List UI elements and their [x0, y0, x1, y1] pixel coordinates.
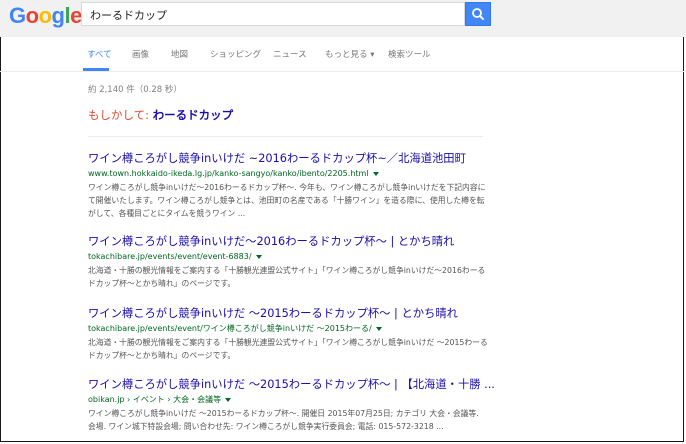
tab-shopping[interactable]: ショッピング — [210, 48, 261, 60]
search-tabs: すべて 画像 地図 ショッピング ニュース もっと見る ▾ 検索ツール — [0, 37, 686, 72]
search-input[interactable] — [88, 4, 462, 26]
result-url: tokachibare.jp/events/event/event-6883/ — [88, 252, 548, 262]
tab-all[interactable]: すべて — [87, 48, 112, 60]
result-snippet: 北海道・十勝の観光情報をご案内する「十勝観光連盟公式サイト」「ワイン樽ころがし競… — [88, 266, 486, 288]
url-options-caret-icon[interactable] — [255, 254, 262, 259]
tab-search-tools[interactable]: 検索ツール — [388, 48, 431, 60]
result-url-text: obikan.jp › イベント › 大会・会議等 — [88, 395, 222, 404]
result-title-link[interactable]: ワイン樽ころがし競争inいけだ ~2016わーるドカップ杯~／北海道池田町 — [88, 152, 548, 166]
tab-images[interactable]: 画像 — [132, 48, 149, 60]
result-snippet: 北海道・十勝の観光情報をご案内する「十勝観光連盟公式サイト」「ワイン樽ころがし競… — [88, 338, 488, 360]
result-title-link[interactable]: ワイン樽ころがし競争inいけだ ～2015わーるドカップ杯～ | 【北海道・十勝… — [88, 378, 548, 392]
search-button[interactable] — [465, 2, 491, 26]
result-url-text: www.town.hokkaido-ikeda.lg.jp/kanko-sang… — [88, 169, 369, 178]
result-title-link[interactable]: ワイン樽ころがし競争inいけだ～2016わーるドカップ杯～ | とかち晴れ — [88, 235, 548, 249]
did-you-mean-link[interactable]: わーるドカップ — [153, 108, 234, 122]
url-options-caret-icon[interactable] — [225, 397, 232, 402]
search-result: ワイン樽ころがし競争inいけだ ～2015わーるドカップ杯～ | とかち晴れ t… — [88, 307, 548, 362]
search-result: ワイン樽ころがし競争inいけだ ~2016わーるドカップ杯~／北海道池田町 ww… — [88, 152, 548, 220]
tab-maps[interactable]: 地図 — [171, 48, 188, 60]
result-snippet: ワイン樽ころがし競争inいけだ ～2015わーるドカップ杯～. 開催日 2015… — [88, 409, 479, 431]
url-options-caret-icon[interactable] — [372, 171, 379, 176]
google-logo[interactable]: Google — [9, 3, 82, 29]
tab-news[interactable]: ニュース — [273, 48, 307, 60]
did-you-mean-label: もしかして: — [88, 108, 153, 122]
search-box[interactable] — [81, 2, 465, 26]
result-url: tokachibare.jp/events/event/ワイン樽ころがし競争in… — [88, 324, 548, 334]
tab-more[interactable]: もっと見る ▾ — [325, 48, 374, 60]
result-snippet: ワイン樽ころがし競争inいけだ～2016わーるドカップ杯～. 今年も、ワイン樽こ… — [88, 183, 486, 218]
did-you-mean: もしかして: わーるドカップ — [88, 107, 233, 123]
search-result: ワイン樽ころがし競争inいけだ～2016わーるドカップ杯～ | とかち晴れ to… — [88, 235, 548, 290]
result-stats: 約 2,140 件（0.28 秒） — [88, 85, 182, 95]
result-url-text: tokachibare.jp/events/event/ワイン樽ころがし競争in… — [88, 324, 372, 333]
result-url-text: tokachibare.jp/events/event/event-6883/ — [88, 252, 252, 261]
url-options-caret-icon[interactable] — [375, 326, 382, 331]
divider — [88, 136, 483, 137]
result-url: www.town.hokkaido-ikeda.lg.jp/kanko-sang… — [88, 169, 548, 179]
search-header: Google — [0, 0, 686, 37]
search-result: ワイン樽ころがし競争inいけだ ～2015わーるドカップ杯～ | 【北海道・十勝… — [88, 378, 548, 433]
search-icon — [472, 8, 484, 20]
result-title-link[interactable]: ワイン樽ころがし競争inいけだ ～2015わーるドカップ杯～ | とかち晴れ — [88, 307, 548, 321]
result-url: obikan.jp › イベント › 大会・会議等 — [88, 395, 548, 405]
active-tab-indicator — [83, 68, 109, 71]
